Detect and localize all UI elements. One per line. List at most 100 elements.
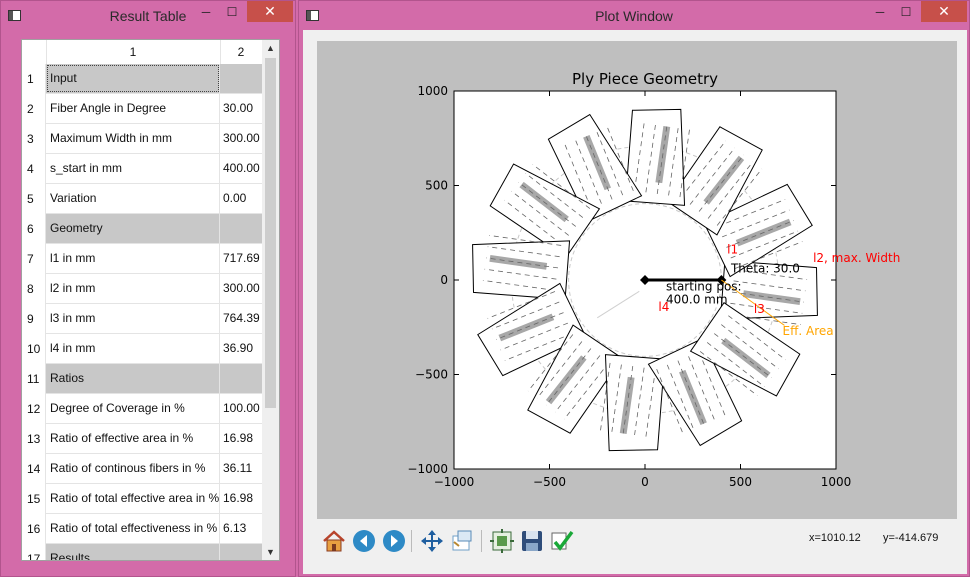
cell-value[interactable]: [220, 364, 262, 393]
close-button[interactable]: ✕: [247, 1, 293, 22]
cell-value[interactable]: 36.11: [220, 454, 262, 483]
table-row[interactable]: 4 s_start in mm 400.00: [22, 154, 262, 184]
table-row[interactable]: 10 l4 in mm 36.90: [22, 334, 262, 364]
forward-icon[interactable]: [381, 528, 407, 554]
table-row[interactable]: 12 Degree of Coverage in % 100.00: [22, 394, 262, 424]
cell-value[interactable]: 16.98: [220, 424, 262, 453]
cell-label[interactable]: Ratio of continous fibers in %: [46, 454, 220, 483]
edit-axes-icon[interactable]: [549, 528, 575, 554]
cell-value[interactable]: 300.00: [220, 124, 262, 153]
row-number[interactable]: 4: [22, 154, 46, 184]
scroll-down-arrow-icon[interactable]: ▼: [262, 544, 279, 560]
row-number[interactable]: 8: [22, 274, 46, 304]
home-icon[interactable]: [321, 528, 347, 554]
row-number[interactable]: 7: [22, 244, 46, 274]
cell-label[interactable]: Variation: [46, 184, 220, 213]
cell-label[interactable]: l4 in mm: [46, 334, 220, 363]
cell-label[interactable]: Ratio of effective area in %: [46, 424, 220, 453]
zoom-icon[interactable]: [449, 528, 475, 554]
cell-label[interactable]: s_start in mm: [46, 154, 220, 183]
row-number[interactable]: 17: [22, 544, 46, 560]
result-table-window: Result Table ─ ☐ ✕ 1 2 1 Input 2 Fiber Angl…: [0, 0, 296, 577]
table-row[interactable]: 9 l3 in mm 764.39: [22, 304, 262, 334]
table-header: 1 2: [22, 40, 262, 65]
scrollbar-thumb[interactable]: [265, 58, 276, 408]
subplots-icon[interactable]: [489, 528, 515, 554]
row-number[interactable]: 13: [22, 424, 46, 454]
maximize-button[interactable]: ☐: [219, 3, 245, 23]
l4-label: l4: [658, 300, 669, 314]
row-number[interactable]: 1: [22, 64, 46, 94]
table-row[interactable]: 14 Ratio of continous fibers in % 36.11: [22, 454, 262, 484]
table-row[interactable]: 16 Ratio of total effectiveness in % 6.13: [22, 514, 262, 544]
vertical-scrollbar[interactable]: ▲ ▼: [262, 40, 279, 560]
cell-value[interactable]: 717.69: [220, 244, 262, 273]
table-row[interactable]: 17 Results: [22, 544, 262, 560]
result-table-client: 1 2 1 Input 2 Fiber Angle in Degree 30.00 3 Ma…: [21, 39, 280, 561]
x-tick-label: 500: [729, 475, 752, 489]
cell-value[interactable]: 30.00: [220, 94, 262, 123]
cell-label[interactable]: Ratio of total effectiveness in %: [46, 514, 220, 543]
cell-value[interactable]: 100.00: [220, 394, 262, 423]
cell-label[interactable]: l2 in mm: [46, 274, 220, 303]
pan-icon[interactable]: [419, 528, 445, 554]
result-table[interactable]: 1 2 1 Input 2 Fiber Angle in Degree 30.00 3 Ma…: [22, 40, 262, 560]
cell-label[interactable]: Maximum Width in mm: [46, 124, 220, 153]
y-tick-label: 500: [425, 179, 448, 193]
cell-value[interactable]: [220, 64, 262, 93]
cell-value[interactable]: 300.00: [220, 274, 262, 303]
cell-label[interactable]: Ratios: [46, 364, 220, 393]
maximize-button[interactable]: ☐: [893, 3, 919, 23]
scroll-up-arrow-icon[interactable]: ▲: [262, 40, 279, 56]
table-row[interactable]: 5 Variation 0.00: [22, 184, 262, 214]
x-tick-label: −1000: [434, 475, 475, 489]
save-icon[interactable]: [519, 528, 545, 554]
row-number[interactable]: 10: [22, 334, 46, 364]
cell-label[interactable]: Fiber Angle in Degree: [46, 94, 220, 123]
minimize-button[interactable]: ─: [193, 3, 219, 23]
back-icon[interactable]: [351, 528, 377, 554]
table-row[interactable]: 3 Maximum Width in mm 300.00: [22, 124, 262, 154]
close-button[interactable]: ✕: [921, 1, 967, 22]
cell-value[interactable]: 764.39: [220, 304, 262, 333]
cell-label[interactable]: Results: [46, 544, 220, 560]
cell-value[interactable]: [220, 544, 262, 560]
cell-value[interactable]: 400.00: [220, 154, 262, 183]
plot-window-titlebar[interactable]: Plot Window ─ ☐ ✕: [299, 1, 969, 31]
row-number[interactable]: 16: [22, 514, 46, 544]
column-header-2[interactable]: 2: [220, 40, 262, 64]
cell-value[interactable]: 16.98: [220, 484, 262, 513]
row-number[interactable]: 14: [22, 454, 46, 484]
row-number[interactable]: 9: [22, 304, 46, 334]
minimize-button[interactable]: ─: [867, 3, 893, 23]
cell-label[interactable]: Input: [46, 64, 220, 93]
cell-label[interactable]: l1 in mm: [46, 244, 220, 273]
result-table-titlebar[interactable]: Result Table ─ ☐ ✕: [1, 1, 295, 31]
cell-label[interactable]: Ratio of total effective area in %: [46, 484, 220, 513]
row-number[interactable]: 5: [22, 184, 46, 214]
row-number[interactable]: 6: [22, 214, 46, 244]
row-number[interactable]: 3: [22, 124, 46, 154]
table-row[interactable]: 15 Ratio of total effective area in % 16.9…: [22, 484, 262, 514]
table-row[interactable]: 7 l1 in mm 717.69: [22, 244, 262, 274]
cell-value[interactable]: 0.00: [220, 184, 262, 213]
table-row[interactable]: 2 Fiber Angle in Degree 30.00: [22, 94, 262, 124]
row-number[interactable]: 15: [22, 484, 46, 514]
cell-label[interactable]: Geometry: [46, 214, 220, 243]
table-row[interactable]: 1 Input: [22, 64, 262, 94]
figure-canvas[interactable]: Ply Piece Geometry −1000 −500 0 500 1000 1000 5…: [317, 41, 957, 519]
cell-label[interactable]: l3 in mm: [46, 304, 220, 333]
cell-value[interactable]: 36.90: [220, 334, 262, 363]
table-row[interactable]: 8 l2 in mm 300.00: [22, 274, 262, 304]
cell-label[interactable]: Degree of Coverage in %: [46, 394, 220, 423]
row-number[interactable]: 2: [22, 94, 46, 124]
y-tick-label: −500: [415, 368, 448, 382]
column-header-1[interactable]: 1: [46, 40, 221, 64]
table-row[interactable]: 6 Geometry: [22, 214, 262, 244]
row-number[interactable]: 11: [22, 364, 46, 394]
table-row[interactable]: 13 Ratio of effective area in % 16.98: [22, 424, 262, 454]
table-row[interactable]: 11 Ratios: [22, 364, 262, 394]
cell-value[interactable]: 6.13: [220, 514, 262, 543]
cell-value[interactable]: [220, 214, 262, 243]
row-number[interactable]: 12: [22, 394, 46, 424]
